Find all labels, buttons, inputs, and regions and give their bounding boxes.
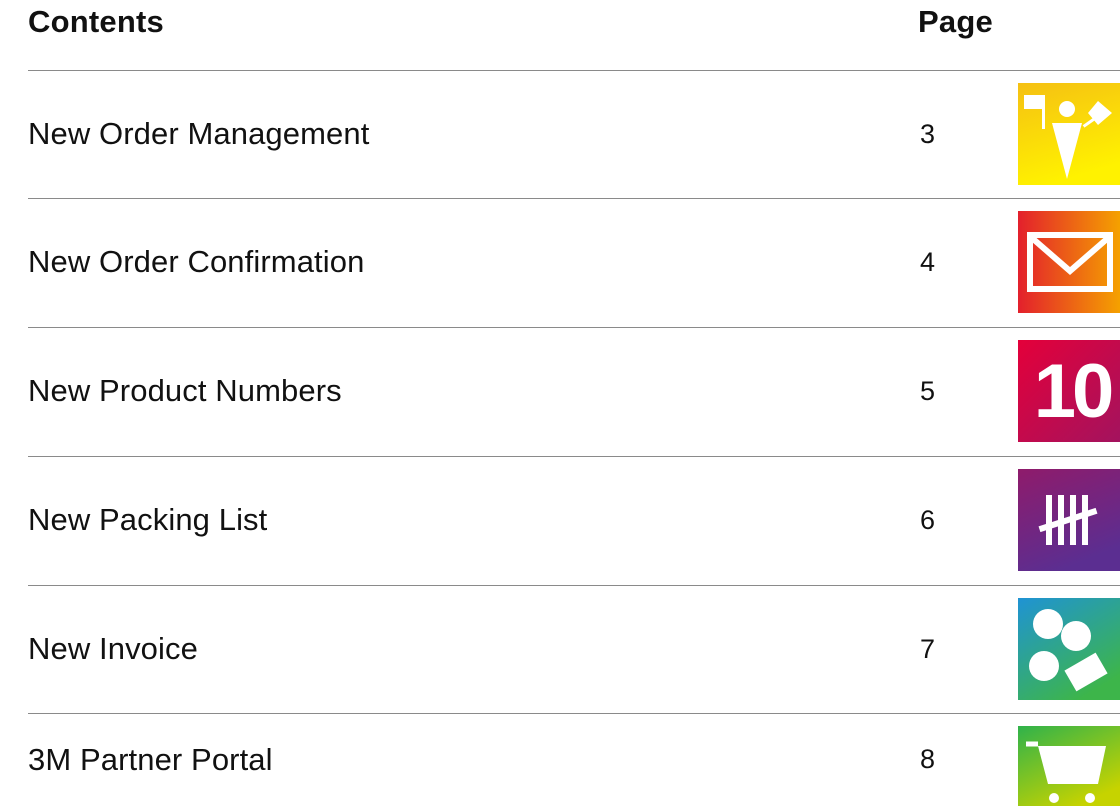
contents-header: Contents Page xyxy=(0,0,1120,70)
tally-marks-icon xyxy=(1018,469,1120,571)
toc-page-number: 6 xyxy=(920,504,936,535)
order-management-icon xyxy=(1018,83,1120,185)
toc-row-invoice[interactable]: New Invoice 7 xyxy=(0,585,1120,713)
shopping-cart-icon xyxy=(1018,726,1120,806)
toc-title[interactable]: New Order Management xyxy=(28,70,369,198)
toc-row-packing-list[interactable]: New Packing List 6 xyxy=(0,456,1120,584)
toc-row-order-management[interactable]: New Order Management 3 xyxy=(0,70,1120,198)
toc-row-order-confirmation[interactable]: New Order Confirmation 4 xyxy=(0,198,1120,326)
coins-icon xyxy=(1018,598,1120,700)
toc-title[interactable]: New Packing List xyxy=(28,456,267,584)
toc-title[interactable]: New Invoice xyxy=(28,585,198,713)
contents-heading: Contents xyxy=(28,4,164,39)
toc-title[interactable]: New Order Confirmation xyxy=(28,198,364,326)
number-ten-icon: 10 xyxy=(1018,340,1120,442)
toc-page-number: 3 xyxy=(920,118,936,149)
toc-row-product-numbers[interactable]: New Product Numbers 5 10 xyxy=(0,327,1120,455)
toc-row-partner-portal[interactable]: 3M Partner Portal 8 xyxy=(0,713,1120,806)
toc-title[interactable]: New Product Numbers xyxy=(28,327,342,455)
toc-page-number: 4 xyxy=(920,246,936,277)
page-heading: Page xyxy=(918,4,993,39)
toc-page-number: 7 xyxy=(920,633,936,664)
toc-page-number: 5 xyxy=(920,375,936,406)
envelope-icon xyxy=(1018,211,1120,313)
toc-page-number: 8 xyxy=(920,744,936,774)
number-ten-text: 10 xyxy=(1034,349,1112,434)
toc-title[interactable]: 3M Partner Portal xyxy=(28,713,273,806)
